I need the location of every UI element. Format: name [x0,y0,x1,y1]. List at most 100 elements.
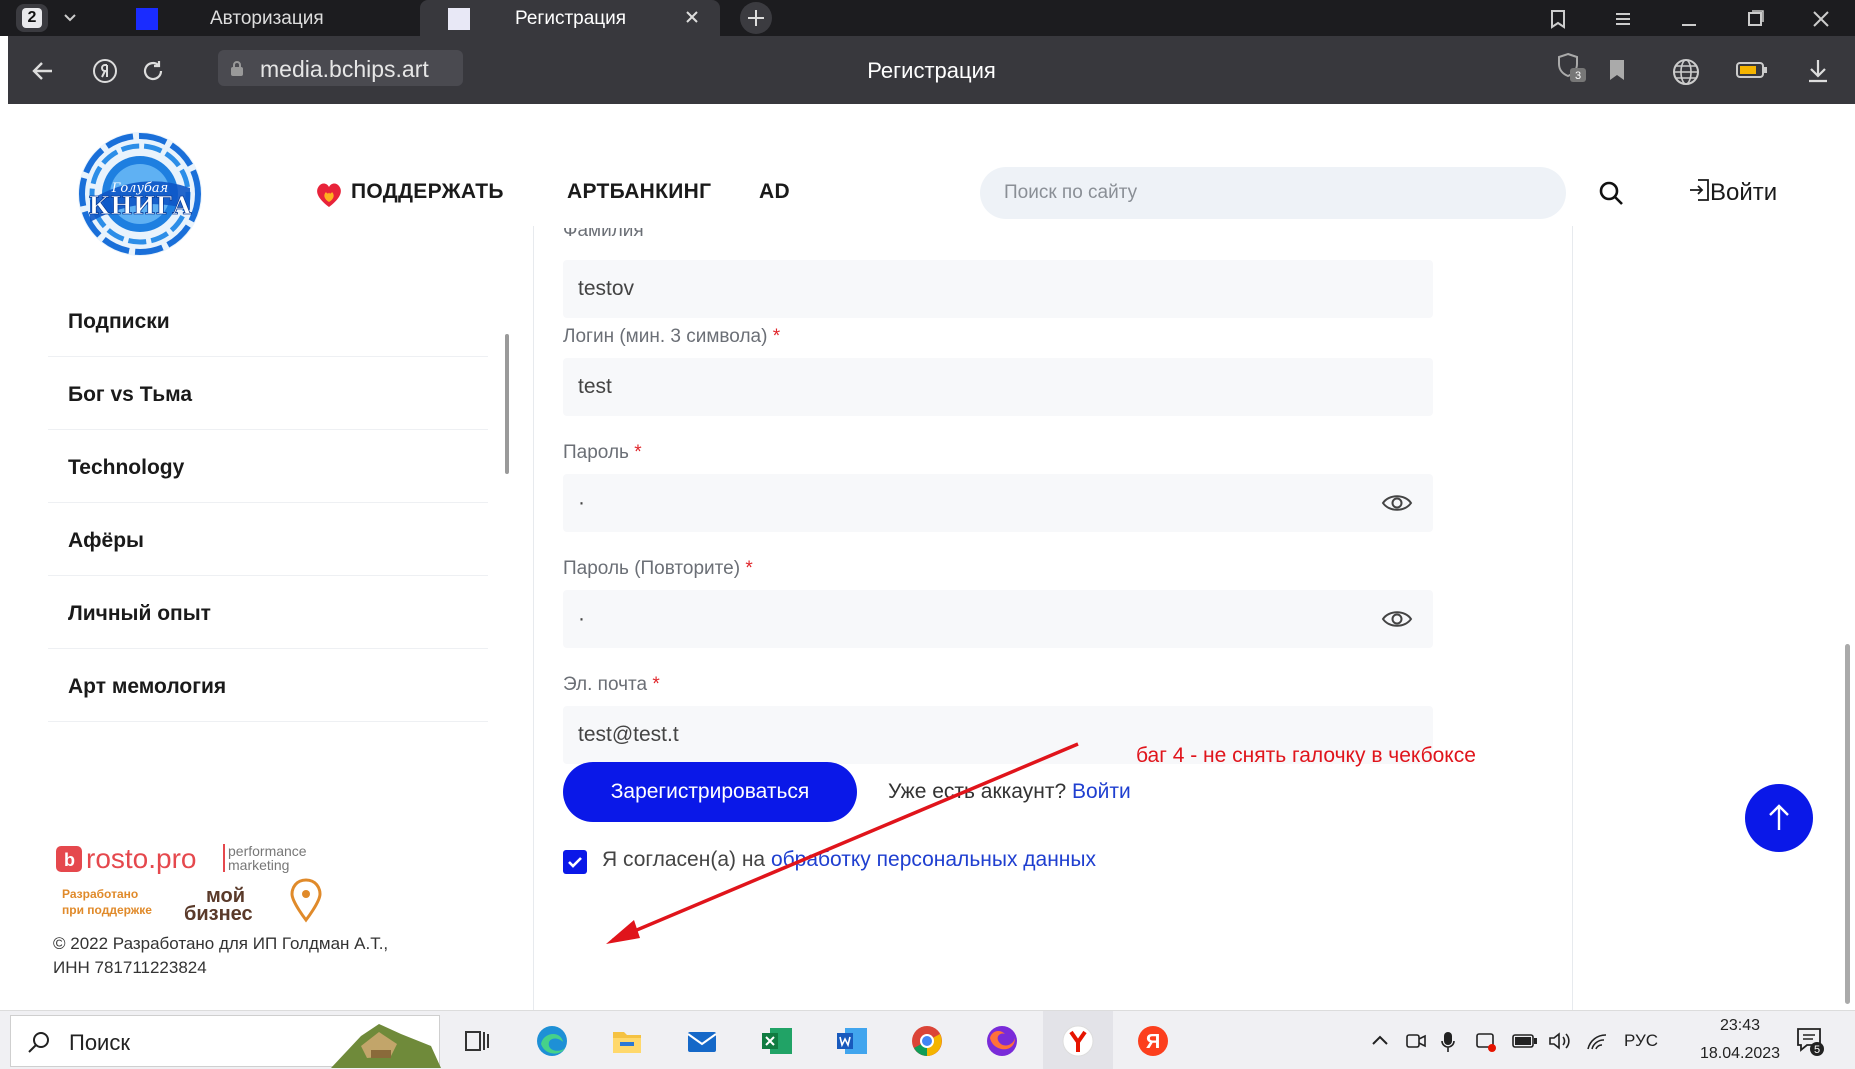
camera-icon[interactable] [1405,1031,1427,1051]
sidebar-item-subscriptions[interactable]: Подписки [48,284,488,357]
firefox-icon[interactable] [985,1024,1019,1058]
chevron-down-icon[interactable] [62,9,78,25]
partner-logos[interactable]: b rosto.pro performance marketing Разраб… [56,840,346,930]
globe-icon[interactable] [1672,58,1700,86]
sidebar-item-god-vs-dark[interactable]: Бог vs Тьма [48,357,488,430]
agree-text: Я согласен(а) на обработку персональных … [602,848,1096,872]
yandex-browser-icon[interactable] [1061,1024,1095,1058]
have-account-text: Уже есть аккаунт? Войти [888,780,1131,804]
excel-icon[interactable] [760,1024,794,1058]
site-logo[interactable]: Голубая КНИГА [76,130,204,258]
login-link[interactable]: Войти [1688,178,1777,207]
sidebar-item-label: Подписки [68,310,170,333]
mail-icon[interactable] [685,1024,719,1058]
tab-count-button[interactable]: 2 [16,4,48,32]
protect-shield-icon[interactable]: 3 [1556,50,1590,86]
sidebar-item-art-memology[interactable]: Арт мемология [48,649,488,722]
login-label: Войти [1710,179,1778,206]
password-field[interactable]: · [563,474,1433,532]
svg-text:Я: Я [1146,1031,1160,1053]
battery-icon[interactable] [1512,1031,1538,1051]
agree-label: Я согласен(а) на [602,848,766,871]
word-icon[interactable] [835,1024,869,1058]
heart-fire-icon [317,183,341,207]
taskbar-search-label: Поиск [69,1030,130,1055]
login-value: test [578,375,612,398]
search-highlight-image [331,1024,441,1068]
input-language[interactable]: РУС [1624,1031,1658,1051]
file-explorer-icon[interactable] [610,1024,644,1058]
password-repeat-field[interactable]: · [563,590,1433,648]
surname-field[interactable]: testov [563,260,1433,318]
partner-moy-2: бизнес [184,903,253,925]
task-view-icon[interactable] [460,1024,494,1058]
site-search-input[interactable] [980,167,1566,219]
tab-registration[interactable]: Регистрация [420,0,720,36]
agree-checkbox[interactable] [563,850,587,874]
bug-annotation-text: баг 4 - не снять галочку в чекбоксе [1136,744,1476,767]
maximize-icon[interactable] [1744,8,1766,30]
close-window-icon[interactable] [1810,8,1832,30]
login-field-label: Логин (мин. 3 символа) * [563,326,780,348]
partner-rosto: rosto.pro [86,843,197,874]
required-mark: * [745,558,753,579]
clock-date[interactable]: 18.04.2023 [1670,1045,1810,1063]
show-password-eye-icon[interactable] [1381,492,1413,514]
new-tab-button[interactable] [740,2,772,34]
have-account-login-link[interactable]: Войти [1072,780,1131,803]
minimize-icon[interactable] [1678,8,1700,30]
bookmark-icon[interactable] [1606,58,1628,82]
tab-authorization[interactable]: Авторизация [108,0,418,36]
screen-capture-icon[interactable] [1475,1031,1497,1053]
password-repeat-field-label: Пароль (Повторите) * [563,558,753,580]
search-icon [28,1032,49,1053]
tab-favicon [136,8,158,30]
inn-line: ИНН 781711223824 [53,958,207,977]
tab-label: Регистрация [515,8,627,29]
sidebar-scrollbar[interactable] [505,334,509,474]
scroll-to-top-button[interactable] [1745,784,1813,852]
partner-support-1: Разработано [62,887,138,901]
clock-time[interactable]: 23:43 [1700,1017,1780,1035]
taskbar-search[interactable]: Поиск [10,1015,441,1068]
have-account-label: Уже есть аккаунт? [888,780,1067,803]
svg-text:КНИГА: КНИГА [88,191,192,220]
web-page: Голубая КНИГА ПОДДЕРЖАТЬ АРТБАНКИНГ AD В… [8,104,1843,1010]
login-field[interactable]: test [563,358,1433,416]
copyright-line: © 2022 Разработано для ИП Голдман А.Т., [53,934,389,953]
required-mark: * [634,442,642,463]
yandex-icon[interactable]: Я [1136,1024,1170,1058]
close-tab-icon[interactable] [684,9,700,25]
wifi-icon[interactable] [1585,1031,1609,1051]
search-icon[interactable] [1598,180,1624,206]
login-label-text: Логин (мин. 3 символа) [563,326,768,347]
notifications-count: 5 [1814,1044,1820,1056]
edge-icon[interactable] [535,1024,569,1058]
tab-label: Авторизация [210,8,324,29]
chevron-up-icon[interactable] [1370,1031,1390,1051]
microphone-icon[interactable] [1440,1031,1456,1053]
sidebar-item-technology[interactable]: Technology [48,430,488,503]
nav-artbanking[interactable]: АРТБАНКИНГ [567,180,711,204]
bookmarks-panel-icon[interactable] [1547,8,1569,30]
surname-value: testov [578,277,635,300]
menu-icon[interactable] [1612,8,1634,30]
personal-data-link[interactable]: обработку персональных данных [771,848,1096,871]
nav-support[interactable]: ПОДДЕРЖАТЬ [351,180,504,204]
chrome-icon[interactable] [910,1024,944,1058]
page-scrollbar[interactable] [1838,104,1855,1010]
volume-icon[interactable] [1548,1031,1572,1051]
password-field-label: Пароль * [563,442,642,464]
register-button[interactable]: Зарегистрироваться [563,762,857,822]
downloads-icon[interactable] [1806,58,1830,84]
plus-icon [748,10,764,26]
show-password-repeat-eye-icon[interactable] [1381,608,1413,630]
page-scrollbar-thumb[interactable] [1845,644,1850,1004]
required-mark: * [772,326,781,347]
nav-ad[interactable]: AD [759,180,790,204]
battery-saver-icon[interactable] [1736,60,1768,80]
sidebar-item-personal-experience[interactable]: Личный опыт [48,576,488,649]
sidebar-item-scams[interactable]: Афёры [48,503,488,576]
notifications-icon[interactable]: 5 [1795,1025,1827,1057]
svg-text:b: b [64,850,75,870]
